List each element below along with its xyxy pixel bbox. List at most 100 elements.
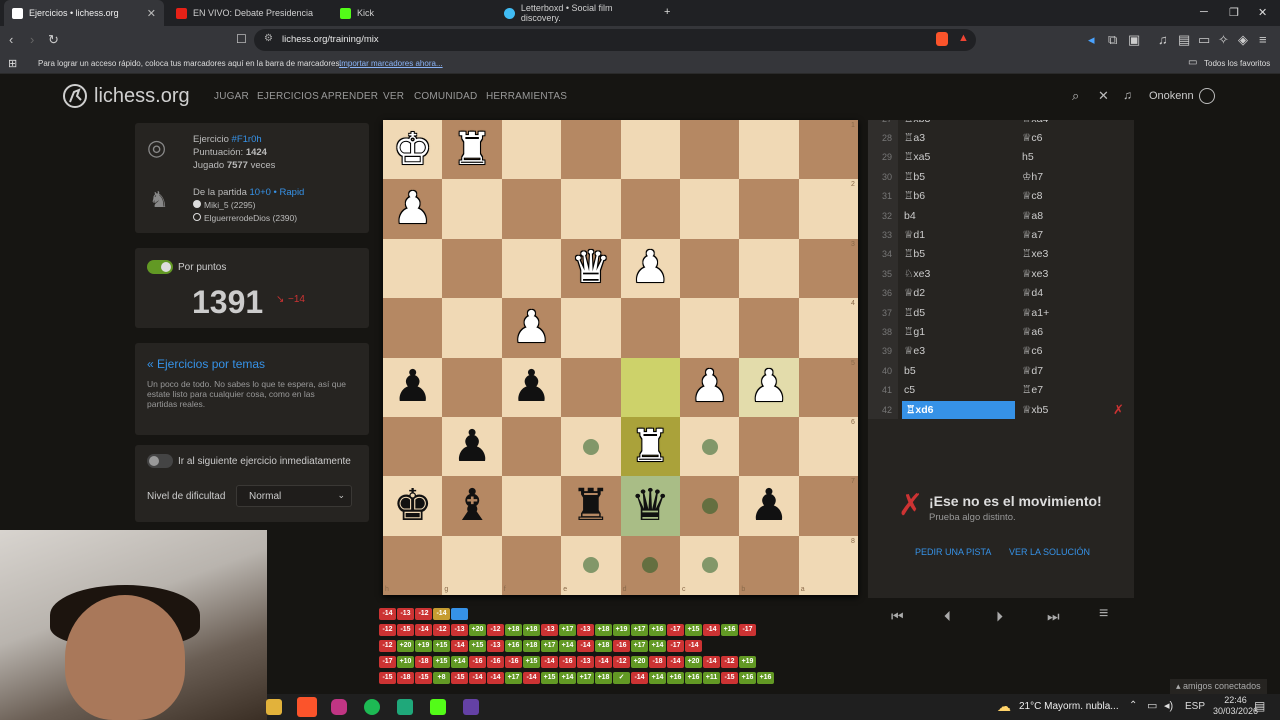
tab-lichess[interactable]: Ejercicios • lichess.org ✕ [4, 0, 164, 26]
history-chip[interactable]: -18 [649, 656, 666, 668]
bell-icon[interactable]: ♫ [1123, 88, 1132, 102]
square-h8[interactable] [383, 535, 443, 595]
history-chip[interactable]: -14 [685, 640, 702, 652]
spotify-icon[interactable] [364, 699, 380, 715]
history-chip[interactable]: -17 [739, 624, 756, 636]
square-e5[interactable] [561, 357, 621, 417]
history-chip[interactable]: -12 [379, 624, 396, 636]
leo-icon[interactable]: ✧ [1218, 32, 1229, 48]
square-a5[interactable] [798, 357, 858, 417]
square-b7-black-pawn[interactable]: ♟ [739, 476, 799, 536]
black-move[interactable]: ♕xa4 [1022, 120, 1048, 125]
history-chip[interactable]: +15 [685, 624, 702, 636]
square-d5-last-move[interactable] [620, 357, 680, 417]
audio-icon[interactable]: ◂ [1088, 32, 1095, 48]
all-bookmarks[interactable]: Todos los favoritos [1204, 59, 1270, 68]
history-chip[interactable]: -12 [379, 640, 396, 652]
nav-learn[interactable]: APRENDER [321, 91, 378, 102]
square-f6[interactable] [501, 416, 562, 477]
white-move[interactable]: ♖g1 [904, 326, 925, 338]
square-d1[interactable] [620, 120, 680, 180]
tab-letterboxd[interactable]: Letterboxd • Social film discovery. [496, 0, 661, 26]
square-h4[interactable] [383, 298, 443, 358]
square-b3[interactable] [739, 238, 799, 299]
history-chip[interactable]: ✓ [613, 672, 630, 684]
history-chip[interactable]: -16 [487, 656, 504, 668]
history-chip[interactable]: -14 [541, 656, 558, 668]
history-chip[interactable]: +18 [595, 672, 612, 684]
square-c3[interactable] [679, 238, 740, 299]
chess-board[interactable]: ♚ ♜ ♟ ♛ ♟ ♟ ♟ ♟ ♟ ♟ ♟ ♜ ♚ ♝ ♜ ♛ ♟ [383, 120, 858, 595]
square-f1[interactable] [501, 120, 562, 180]
square-a2[interactable] [798, 179, 858, 239]
tray-chevron-icon[interactable]: ⌃ [1129, 700, 1137, 711]
square-g2[interactable] [442, 179, 502, 239]
username[interactable]: Onokenn [1149, 90, 1194, 102]
restore-icon[interactable]: ❐ [1229, 6, 1239, 19]
history-chip[interactable]: -15 [415, 672, 432, 684]
black-move[interactable]: ♖xe3 [1022, 248, 1048, 260]
square-a7[interactable] [798, 476, 858, 536]
history-chip[interactable]: +20 [685, 656, 702, 668]
player-white[interactable]: Miki_5 (2295) [204, 200, 256, 210]
history-chip[interactable]: +16 [667, 672, 684, 684]
history-chip[interactable]: +20 [631, 656, 648, 668]
auto-next-toggle[interactable] [147, 454, 173, 468]
next-move-icon[interactable]: ⏵ [996, 608, 1003, 625]
history-chip[interactable]: +15 [523, 656, 540, 668]
black-move[interactable]: ♕xb5 [1022, 404, 1048, 416]
history-chip[interactable]: +16 [685, 672, 702, 684]
history-chip[interactable]: +17 [559, 624, 576, 636]
network-icon[interactable]: ▭ [1147, 699, 1157, 712]
square-f4-white-pawn[interactable]: ♟ [501, 298, 562, 358]
move-dot[interactable] [582, 438, 599, 455]
history-chip[interactable]: +18 [595, 624, 612, 636]
menu-icon[interactable]: ≡ [1099, 605, 1108, 623]
square-b1[interactable] [739, 120, 799, 180]
square-d3-white-pawn[interactable]: ♟ [620, 238, 680, 299]
avatar-icon[interactable] [1199, 88, 1215, 104]
extensions-icon[interactable]: ⧉ [1108, 32, 1117, 48]
history-chip[interactable]: -12 [487, 624, 504, 636]
history-chip[interactable]: -18 [415, 656, 432, 668]
history-chip[interactable]: -12 [433, 624, 450, 636]
square-f7[interactable] [501, 476, 562, 536]
square-d7-black-queen[interactable]: ♛ [620, 476, 680, 536]
history-chip[interactable]: +19 [739, 656, 756, 668]
square-b5-white-pawn[interactable]: ♟ [739, 357, 799, 417]
tab-debate[interactable]: EN VIVO: Debate Presidencia [168, 0, 328, 26]
close-tab-icon[interactable]: ✕ [147, 7, 156, 20]
white-move[interactable]: ♖xa5 [904, 151, 930, 163]
square-h3[interactable] [383, 238, 443, 299]
history-chip[interactable]: -12 [415, 608, 432, 620]
square-g7-black-bishop[interactable]: ♝ [442, 476, 502, 536]
black-move[interactable]: ♕a1+ [1022, 307, 1049, 319]
square-e8[interactable] [561, 535, 621, 595]
square-e2[interactable] [561, 179, 621, 239]
square-g5[interactable] [442, 357, 502, 417]
reload-icon[interactable]: ↻ [48, 32, 59, 48]
square-c1[interactable] [679, 120, 740, 180]
difficulty-select[interactable]: Normal ⌄ [236, 485, 352, 507]
history-chip[interactable]: +11 [703, 672, 720, 684]
square-e4[interactable] [561, 298, 621, 358]
move-dot[interactable] [701, 438, 718, 455]
move-dot[interactable] [701, 557, 718, 574]
square-c6[interactable] [679, 416, 740, 477]
import-bookmarks-link[interactable]: Importar marcadores ahora... [339, 59, 443, 68]
square-e3-white-queen[interactable]: ♛ [561, 238, 621, 299]
white-move[interactable]: ♘xe3 [904, 268, 930, 280]
square-f8[interactable] [501, 535, 562, 595]
black-move[interactable]: ♕d7 [1022, 365, 1043, 377]
clock[interactable]: 22:46 30/03/2026 [1213, 695, 1258, 717]
history-chip[interactable]: -14 [667, 656, 684, 668]
move-dot[interactable] [701, 497, 718, 514]
history-chip[interactable]: -12 [613, 656, 630, 668]
history-chip[interactable] [451, 608, 468, 620]
downloads-icon[interactable]: ▣ [1128, 32, 1140, 48]
history-chip[interactable]: +19 [613, 624, 630, 636]
white-move[interactable]: c5 [904, 384, 915, 396]
move-dot[interactable] [642, 557, 659, 574]
black-move[interactable]: ♕c8 [1022, 190, 1043, 202]
history-chip[interactable]: +10 [397, 656, 414, 668]
